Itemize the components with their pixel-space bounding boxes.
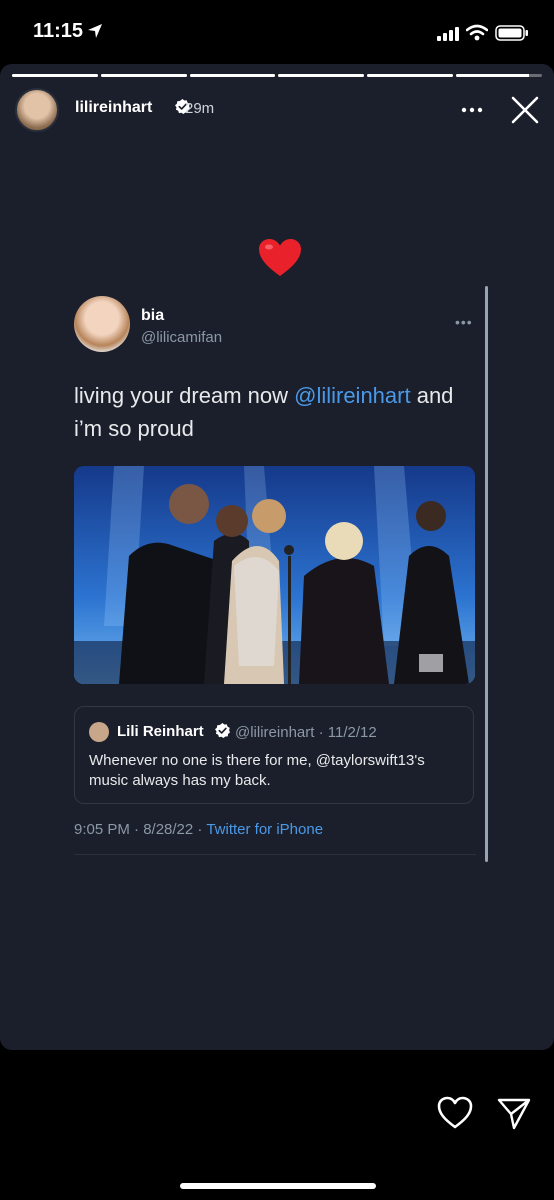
quoted-verified-icon — [215, 723, 230, 738]
tweet-avatar — [74, 296, 130, 352]
photo-scene — [74, 466, 475, 684]
share-icon[interactable] — [497, 1098, 531, 1130]
story-card[interactable]: lilireinhart 29m bia @lilicamifan ••• li… — [0, 64, 554, 1050]
story-time: 29m — [185, 100, 215, 117]
divider — [74, 854, 476, 855]
quoted-display-name: Lili Reinhart — [117, 723, 204, 740]
battery-icon — [495, 25, 528, 41]
tweet-text: living your dream now @lilireinhart and … — [74, 379, 484, 445]
tweet-mention: @lilireinhart — [294, 383, 411, 408]
progress-segment — [100, 74, 187, 77]
more-icon[interactable] — [461, 107, 483, 113]
story-username[interactable]: lilireinhart — [75, 99, 152, 117]
status-bar: 11:15 — [0, 0, 554, 66]
quoted-tweet: Lili Reinhart @lilireinhart · 11/2/12 Wh… — [74, 706, 474, 804]
story-header: lilireinhart 29m — [15, 88, 545, 134]
tweet-photo — [74, 466, 475, 684]
quoted-text: Whenever no one is there for me, @taylor… — [89, 752, 425, 789]
quoted-avatar — [89, 722, 109, 742]
progress-segment — [189, 74, 276, 77]
progress-segment — [367, 74, 454, 77]
status-time: 11:15 — [33, 20, 84, 42]
tweet-text-start: living your dream now — [74, 383, 295, 408]
tweet-meta: 9:05 PM · 8/28/22 · Twitter for iPhone — [74, 821, 323, 838]
progress-segment-current — [456, 74, 542, 77]
cellular-signal-icon — [437, 27, 459, 41]
scroll-indicator — [485, 286, 488, 862]
home-indicator[interactable] — [180, 1183, 376, 1189]
progress-segment — [278, 74, 365, 77]
tweet-more-icon: ••• — [455, 314, 473, 330]
tweet-display-name: bia — [141, 307, 165, 324]
like-icon[interactable] — [437, 1096, 473, 1130]
heart-sticker-icon — [259, 239, 301, 276]
wifi-icon — [466, 24, 488, 41]
tweet-handle: @lilicamifan — [141, 329, 223, 346]
location-arrow-icon — [88, 24, 102, 38]
quoted-handle-date: @lilireinhart · 11/2/12 — [235, 724, 377, 741]
story-progress-bar — [12, 74, 542, 77]
tweet-source: Twitter for iPhone — [206, 821, 324, 838]
progress-segment — [12, 74, 98, 77]
avatar[interactable] — [15, 88, 59, 132]
tweet-timestamp: 9:05 PM · 8/28/22 · — [74, 821, 207, 838]
close-icon[interactable] — [511, 96, 539, 124]
